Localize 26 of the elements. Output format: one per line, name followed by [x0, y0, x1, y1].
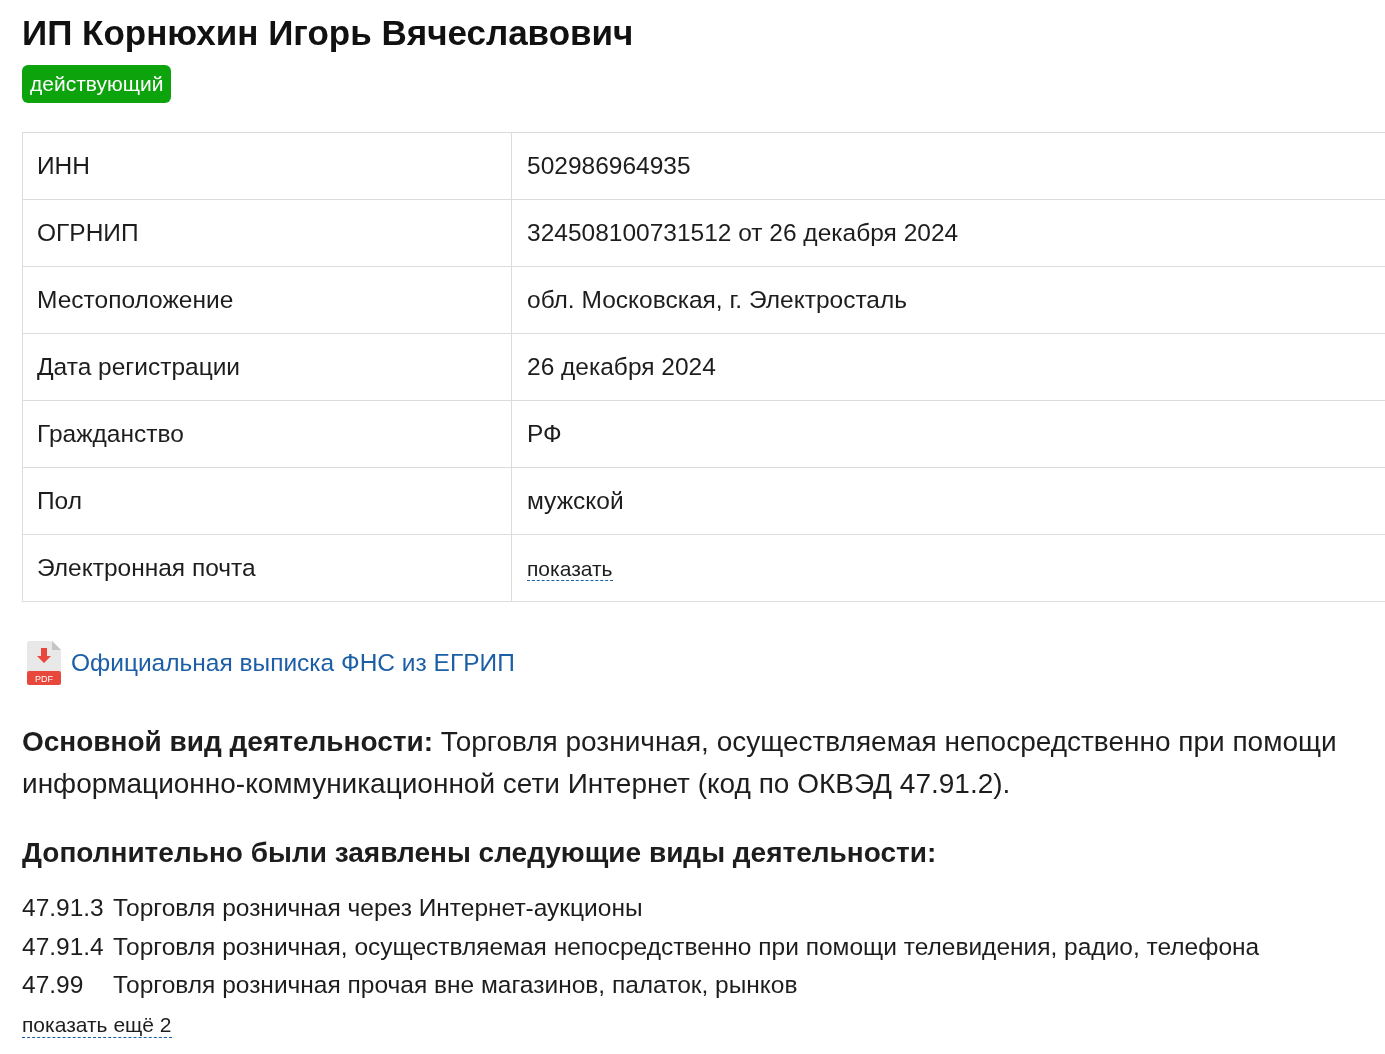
- detail-value: РФ: [511, 400, 1385, 468]
- main-activity-text: Основной вид деятельности: Торговля розничная, осуществляемая непосредственно при помощи информационно-коммуникационной сети Интернет (код по ОКВЭД 47.91.2).: [22, 725, 1338, 801]
- activity-code: 47.99: [22, 970, 85, 1000]
- detail-label: ОГРНИП: [22, 199, 512, 267]
- detail-value: мужской: [511, 467, 1385, 535]
- status-badge: действующий: [22, 65, 172, 103]
- extract-link[interactable]: Официальная выписка ФНС из ЕГРИП: [71, 648, 515, 678]
- detail-label: Гражданство: [22, 400, 512, 468]
- additional-activities-heading: Дополнительно были заявлены следующие виды деятельности:: [22, 836, 938, 870]
- activity-code: 47.91.3: [22, 893, 105, 923]
- show-email-link[interactable]: показать: [527, 557, 613, 581]
- detail-label: ИНН: [22, 132, 512, 200]
- detail-label: Пол: [22, 467, 512, 535]
- detail-value: 26 декабря 2024: [511, 333, 1385, 401]
- detail-value: 502986964935: [511, 132, 1385, 200]
- company-title: ИП Корнюхин Игорь Вячеславович: [22, 13, 635, 53]
- activity-name: Торговля розничная, осуществляемая непосредственно при помощи телевидения, радио, телефона: [113, 931, 1260, 962]
- detail-value: 324508100731512 от 26 декабря 2024: [511, 199, 1385, 267]
- activity-name: Торговля розничная прочая вне магазинов, палаток, рынков: [113, 970, 798, 1000]
- detail-label: Местоположение: [22, 266, 512, 334]
- activity-name: Торговля розничная через Интернет-аукционы: [113, 893, 643, 923]
- activity-code: 47.91.4: [22, 931, 105, 962]
- detail-label: Электронная почта: [22, 534, 512, 602]
- show-more-link[interactable]: показать ещё 2: [22, 1012, 172, 1038]
- detail-value: обл. Московская, г. Электросталь: [511, 266, 1385, 334]
- detail-label: Дата регистрации: [22, 333, 512, 401]
